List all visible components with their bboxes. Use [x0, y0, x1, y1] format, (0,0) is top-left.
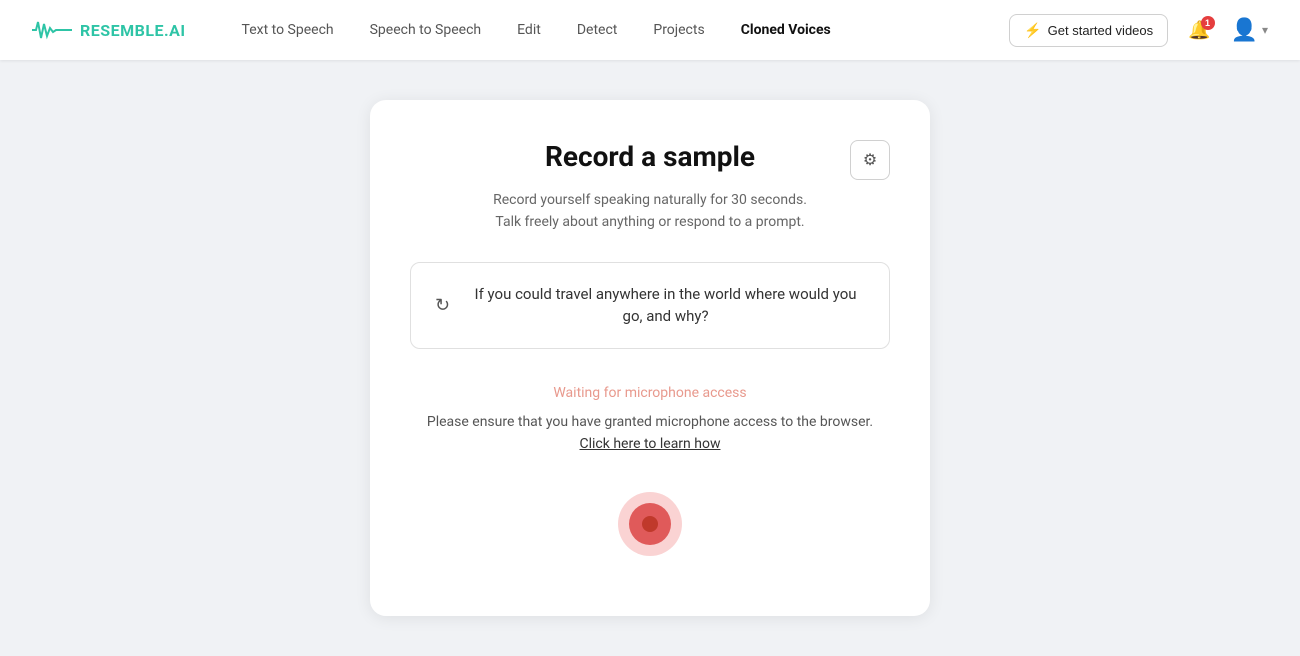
microphone-status: Waiting for microphone access Please ens… — [410, 385, 890, 456]
prompt-text: If you could travel anywhere in the worl… — [466, 283, 865, 328]
card-title: Record a sample — [410, 140, 890, 173]
user-avatar-icon: 👤 — [1231, 17, 1258, 43]
mic-waiting-text: Waiting for microphone access — [410, 385, 890, 401]
nav-text-to-speech[interactable]: Text to Speech — [226, 14, 350, 46]
nav-projects[interactable]: Projects — [637, 14, 720, 46]
user-avatar-button[interactable]: 👤 ▾ — [1231, 17, 1268, 43]
notification-button[interactable]: 🔔 1 — [1184, 16, 1214, 45]
refresh-prompt-button[interactable]: ↻ — [435, 295, 450, 316]
logo-text: RESEMBLE.AI — [80, 21, 186, 40]
nav-right: ⚡ Get started videos 🔔 1 👤 ▾ — [1009, 14, 1268, 47]
nav-speech-to-speech[interactable]: Speech to Speech — [354, 14, 498, 46]
subtitle-line1: Record yourself speaking naturally for 3… — [493, 192, 807, 208]
refresh-icon: ↻ — [435, 295, 450, 316]
gear-icon: ⚙ — [863, 150, 877, 170]
nav-cloned-voices[interactable]: Cloned Voices — [725, 14, 847, 46]
record-button[interactable] — [618, 492, 682, 556]
main-content: Record a sample ⚙ Record yourself speaki… — [0, 60, 1300, 656]
mic-desc-before: Please ensure that you have granted micr… — [427, 414, 817, 430]
avatar-chevron-icon: ▾ — [1262, 23, 1268, 37]
learn-how-link[interactable]: Click here to learn how — [580, 436, 721, 452]
nav-links: Text to Speech Speech to Speech Edit Det… — [226, 14, 1010, 46]
record-dot — [642, 516, 658, 532]
card-header: Record a sample ⚙ — [410, 140, 890, 173]
mic-description: Please ensure that you have granted micr… — [410, 411, 890, 456]
record-button-container — [410, 492, 890, 556]
nav-edit[interactable]: Edit — [501, 14, 557, 46]
card-subtitle: Record yourself speaking naturally for 3… — [410, 189, 890, 234]
logo[interactable]: RESEMBLE.AI — [32, 18, 186, 42]
subtitle-line2: Talk freely about anything or respond to… — [495, 214, 804, 230]
notification-badge: 1 — [1201, 16, 1215, 30]
mic-desc-mid: browser. — [820, 414, 873, 430]
settings-button[interactable]: ⚙ — [850, 140, 890, 180]
record-card: Record a sample ⚙ Record yourself speaki… — [370, 100, 930, 616]
get-started-button[interactable]: ⚡ Get started videos — [1009, 14, 1168, 47]
prompt-box: ↻ If you could travel anywhere in the wo… — [410, 262, 890, 349]
bolt-icon: ⚡ — [1024, 22, 1041, 39]
get-started-label: Get started videos — [1048, 23, 1154, 38]
record-button-inner — [629, 503, 671, 545]
nav-detect[interactable]: Detect — [561, 14, 634, 46]
navbar: RESEMBLE.AI Text to Speech Speech to Spe… — [0, 0, 1300, 60]
